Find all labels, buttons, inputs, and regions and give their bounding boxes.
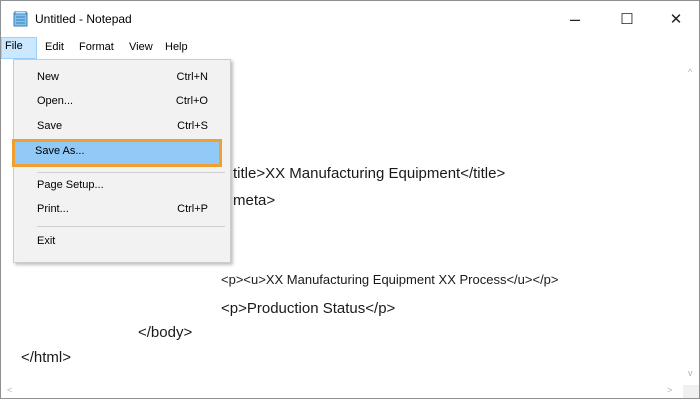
notepad-window: Untitled - Notepad – ☐ ✕ File Edit Forma… (0, 0, 700, 399)
close-icon: ✕ (669, 11, 683, 28)
scroll-down-icon[interactable]: v (688, 368, 693, 378)
editor-line: <p><u>XX Manufacturing Equipment XX Proc… (221, 272, 559, 287)
menu-item-shortcut: Ctrl+O (175, 95, 208, 107)
window-title: Untitled - Notepad (35, 12, 132, 26)
editor-line: </body> (138, 324, 193, 341)
menu-separator (37, 226, 225, 227)
menu-item-new[interactable]: New Ctrl+N (14, 67, 230, 89)
file-menu-dropdown: New Ctrl+N Open... Ctrl+O Save Ctrl+S Sa… (12, 59, 231, 263)
menu-item-label: Save As... (35, 145, 85, 157)
editor-line: title>XX Manufacturing Equipment</title> (233, 165, 506, 182)
menu-item-shortcut: Ctrl+N (176, 71, 208, 83)
menu-format[interactable]: Format (79, 41, 114, 53)
menu-item-open[interactable]: Open... Ctrl+O (14, 91, 230, 113)
menu-file-label: File (5, 40, 23, 52)
menu-item-label: Print... (37, 203, 69, 215)
menu-help[interactable]: Help (165, 41, 188, 53)
menu-bar: File Edit Format View Help (1, 37, 699, 59)
menu-item-label: New (37, 71, 60, 83)
close-button[interactable]: ✕ (653, 1, 699, 37)
vertical-scrollbar[interactable]: ^ v (683, 59, 699, 384)
menu-file[interactable]: File (1, 37, 37, 59)
menu-item-label: Exit (37, 235, 56, 247)
title-bar[interactable]: Untitled - Notepad – ☐ ✕ (1, 1, 699, 37)
menu-item-shortcut: Ctrl+S (177, 120, 208, 132)
minimize-button[interactable]: – (552, 1, 598, 37)
menu-separator (37, 172, 225, 173)
size-grip[interactable] (683, 385, 699, 398)
minimize-icon: – (569, 8, 580, 29)
menu-view[interactable]: View (129, 41, 153, 53)
menu-item-page-setup[interactable]: Page Setup... (14, 175, 230, 197)
menu-item-save[interactable]: Save Ctrl+S (14, 116, 230, 138)
notepad-icon (13, 10, 28, 27)
menu-item-shortcut: Ctrl+P (177, 203, 208, 215)
maximize-button[interactable]: ☐ (604, 1, 650, 37)
menu-edit[interactable]: Edit (45, 41, 64, 53)
menu-item-label: Open... (37, 95, 74, 107)
maximize-icon: ☐ (620, 11, 634, 28)
scroll-right-icon[interactable]: > (667, 385, 672, 395)
horizontal-scrollbar[interactable]: < > (2, 385, 683, 398)
scroll-up-icon[interactable]: ^ (688, 67, 692, 77)
editor-line: <p>Production Status</p> (221, 300, 396, 317)
menu-item-save-as[interactable]: Save As... (12, 139, 222, 167)
menu-item-exit[interactable]: Exit (14, 231, 230, 253)
menu-item-label: Page Setup... (37, 179, 104, 191)
menu-item-print[interactable]: Print... Ctrl+P (14, 199, 230, 221)
editor-line: meta> (233, 192, 276, 209)
scroll-left-icon[interactable]: < (7, 385, 12, 395)
editor-line: </html> (21, 349, 72, 366)
menu-item-label: Save (37, 120, 63, 132)
